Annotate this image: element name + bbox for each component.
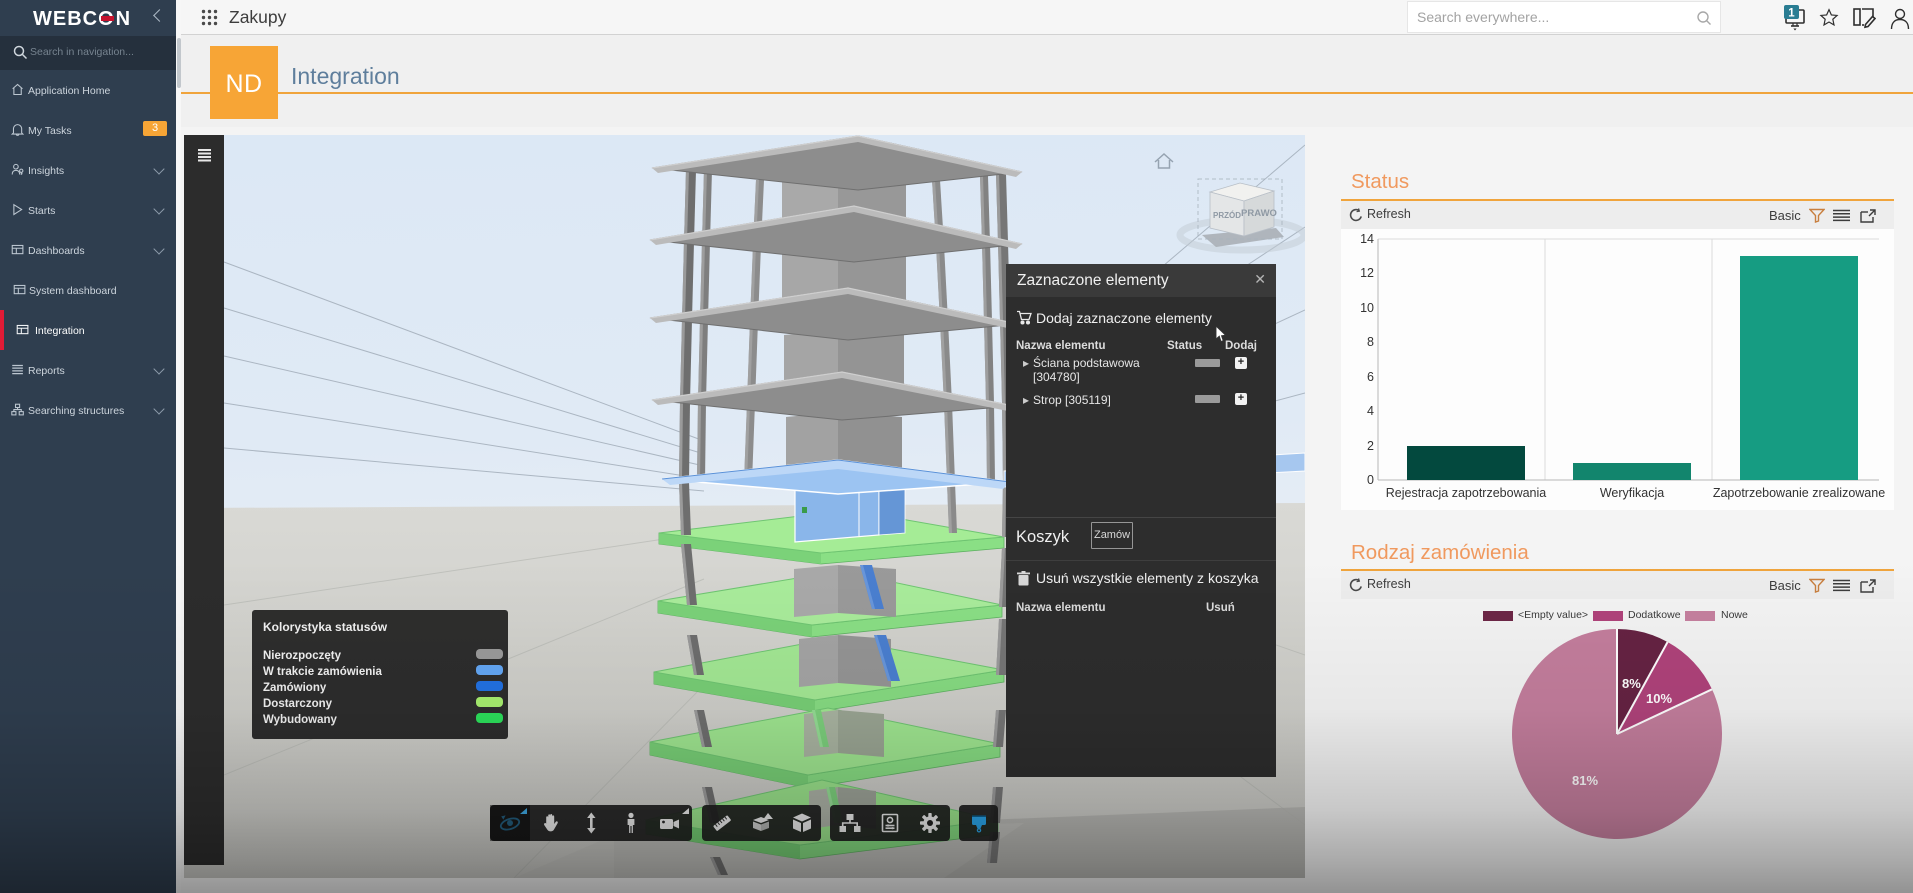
svg-text:8: 8 [1367, 335, 1374, 349]
svg-text:4: 4 [1367, 404, 1374, 418]
svg-text:Weryfikacja: Weryfikacja [1600, 486, 1664, 500]
svg-text:PRZÓD: PRZÓD [1213, 211, 1241, 220]
svg-text:Rejestracja zapotrzebowania: Rejestracja zapotrzebowania [1386, 486, 1547, 500]
svg-text:10%: 10% [1646, 691, 1672, 706]
svg-text:Zapotrzebowanie zrealizowane: Zapotrzebowanie zrealizowane [1713, 486, 1885, 500]
svg-text:6: 6 [1367, 370, 1374, 384]
svg-text:8%: 8% [1622, 676, 1641, 691]
svg-text:10: 10 [1360, 301, 1374, 315]
svg-text:81%: 81% [1572, 773, 1598, 788]
svg-text:2: 2 [1367, 439, 1374, 453]
svg-text:0: 0 [1367, 473, 1374, 487]
svg-text:14: 14 [1360, 232, 1374, 246]
svg-text:PRAWO: PRAWO [1241, 208, 1277, 219]
svg-text:12: 12 [1360, 266, 1374, 280]
svg-text:1: 1 [1788, 8, 1795, 20]
